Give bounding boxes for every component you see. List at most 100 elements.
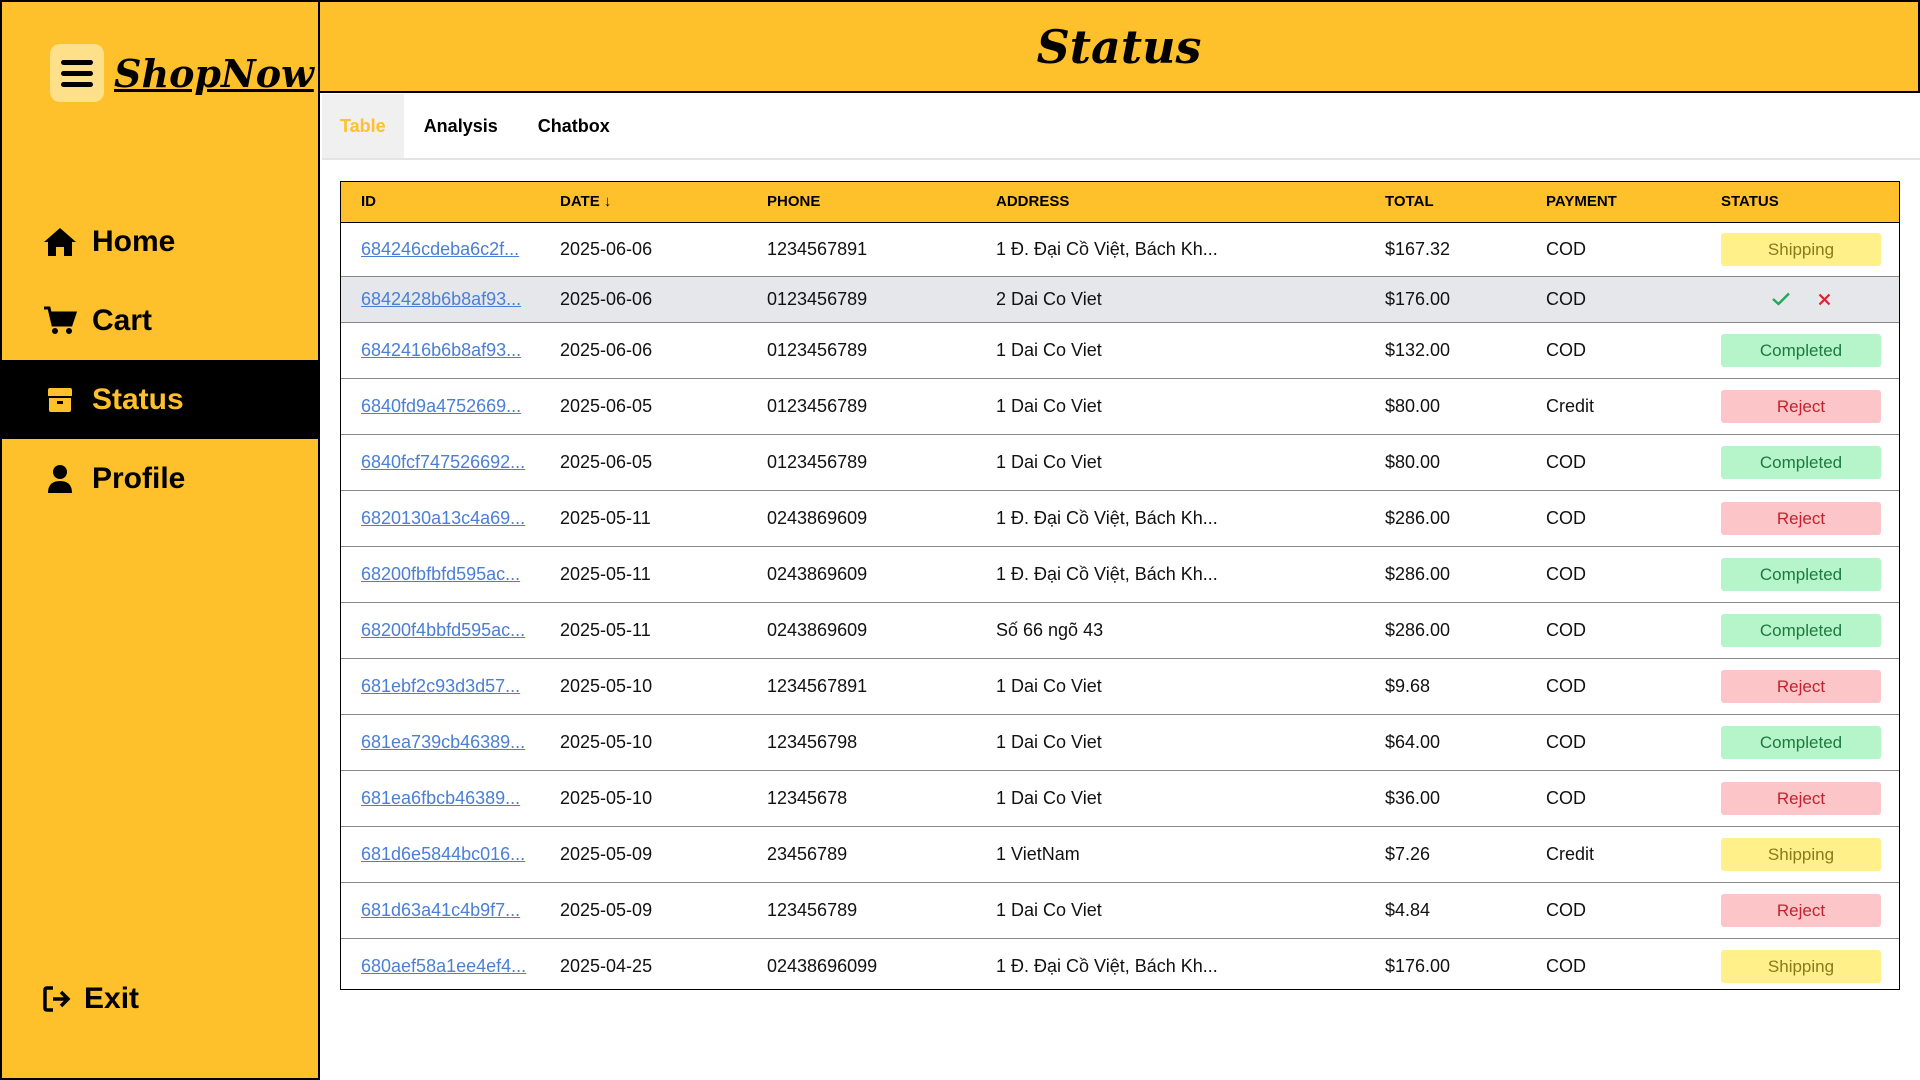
cell-status: Completed bbox=[1701, 546, 1899, 602]
status-badge: Completed bbox=[1721, 333, 1881, 367]
cell-status: Shipping bbox=[1701, 222, 1899, 276]
cell-id: 681d6e5844bc016... bbox=[341, 826, 540, 882]
table-row: 6842428b6b8af93... 2025-06-06 0123456789 2 … bbox=[341, 276, 1899, 322]
tab-analysis[interactable]: Analysis bbox=[404, 94, 518, 158]
cell-total: $286.00 bbox=[1385, 619, 1451, 640]
cell-address: 2 Dai Co Viet bbox=[996, 288, 1102, 309]
sidebar-nav: Home Cart Status Profile bbox=[2, 202, 318, 518]
cell-date: 2025-05-10 bbox=[560, 675, 653, 696]
cell-date: 2025-06-05 bbox=[560, 451, 653, 472]
cell-phone: 02438696099 bbox=[767, 955, 878, 976]
order-id-link[interactable]: 681ebf2c93d3d57... bbox=[361, 676, 520, 696]
cell-phone: 0123456789 bbox=[767, 339, 868, 360]
cell-date: 2025-06-06 bbox=[560, 339, 653, 360]
tab-table[interactable]: Table bbox=[322, 94, 404, 158]
cell-date: 2025-05-10 bbox=[560, 787, 653, 808]
cell-date: 2025-05-09 bbox=[560, 899, 653, 920]
orders-table-container[interactable]: ID DATE ↓ PHONE ADDRESS TOTAL PAYMENT ST… bbox=[340, 181, 1900, 990]
tab-chatbox[interactable]: Chatbox bbox=[518, 94, 630, 158]
cell-phone: 12345678 bbox=[767, 787, 848, 808]
cell-date: 2025-05-10 bbox=[560, 731, 653, 752]
cell-phone: 0123456789 bbox=[767, 395, 868, 416]
cell-date: 2025-05-11 bbox=[560, 619, 651, 640]
reject-x-icon[interactable] bbox=[1818, 293, 1831, 306]
order-id-link[interactable]: 6842428b6b8af93... bbox=[361, 289, 521, 309]
sidebar-item-profile[interactable]: Profile bbox=[2, 439, 318, 518]
cell-payment: COD bbox=[1546, 339, 1586, 360]
cell-phone: 0123456789 bbox=[767, 451, 868, 472]
cell-phone: 0123456789 bbox=[767, 288, 868, 309]
cell-address: Số 66 ngõ 43 bbox=[996, 619, 1104, 640]
exit-label: Exit bbox=[84, 982, 140, 1015]
cell-payment: COD bbox=[1546, 238, 1586, 259]
brand-name[interactable]: ShopNow bbox=[114, 51, 314, 96]
sidebar-item-cart[interactable]: Cart bbox=[2, 281, 318, 360]
status-badge: Reject bbox=[1721, 389, 1881, 423]
cell-status: Reject bbox=[1701, 658, 1899, 714]
user-icon bbox=[42, 462, 78, 496]
cell-id: 6820130a13c4a69... bbox=[341, 490, 540, 546]
status-badge: Completed bbox=[1721, 725, 1881, 759]
table-row: 68200fbfbfd595ac... 2025-05-11 0243869609 1… bbox=[341, 546, 1899, 602]
table-row: 681d63a41c4b9f7... 2025-05-09 123456789 1 D… bbox=[341, 882, 1899, 938]
sidebar-item-home[interactable]: Home bbox=[2, 202, 318, 281]
order-id-link[interactable]: 681ea739cb46389... bbox=[361, 732, 525, 752]
box-icon bbox=[42, 383, 78, 417]
sidebar-item-label: Status bbox=[92, 382, 184, 416]
cell-id: 681d63a41c4b9f7... bbox=[341, 882, 540, 938]
cell-total: $64.00 bbox=[1385, 731, 1441, 752]
cell-address: 1 Dai Co Viet bbox=[996, 787, 1102, 808]
order-id-link[interactable]: 681ea6fbcb46389... bbox=[361, 788, 520, 808]
cell-status: Reject bbox=[1701, 770, 1899, 826]
table-row: 681ea6fbcb46389... 2025-05-10 12345678 1 Da… bbox=[341, 770, 1899, 826]
order-id-link[interactable]: 6820130a13c4a69... bbox=[361, 508, 525, 528]
order-id-link[interactable]: 68200f4bbfd595ac... bbox=[361, 620, 525, 640]
order-id-link[interactable]: 6840fd9a4752669... bbox=[361, 396, 521, 416]
approve-check-icon[interactable] bbox=[1771, 292, 1790, 306]
cell-total: $167.32 bbox=[1385, 238, 1451, 259]
cell-address: 1 Dai Co Viet bbox=[996, 339, 1102, 360]
cell-total: $7.26 bbox=[1385, 843, 1431, 864]
cell-status: Reject bbox=[1701, 882, 1899, 938]
order-id-link[interactable]: 6842416b6b8af93... bbox=[361, 340, 521, 360]
cell-id: 6842416b6b8af93... bbox=[341, 322, 540, 378]
cell-payment: COD bbox=[1546, 288, 1586, 309]
cell-total: $4.84 bbox=[1385, 899, 1431, 920]
cell-id: 680aef58a1ee4ef4... bbox=[341, 938, 540, 989]
column-header-address[interactable]: ADDRESS bbox=[976, 182, 1365, 223]
cell-total: $176.00 bbox=[1385, 288, 1451, 309]
order-id-link[interactable]: 684246cdeba6c2f... bbox=[361, 239, 519, 259]
cell-date: 2025-06-06 bbox=[560, 238, 653, 259]
column-header-payment[interactable]: PAYMENT bbox=[1526, 182, 1701, 223]
home-icon bbox=[42, 225, 78, 259]
status-badge: Reject bbox=[1721, 501, 1881, 535]
table-row: 681d6e5844bc016... 2025-05-09 23456789 1 Vi… bbox=[341, 826, 1899, 882]
order-id-link[interactable]: 68200fbfbfd595ac... bbox=[361, 564, 520, 584]
order-id-link[interactable]: 6840fcf747526692... bbox=[361, 452, 525, 472]
column-header-status[interactable]: STATUS bbox=[1701, 182, 1899, 223]
exit-button[interactable]: Exit bbox=[42, 982, 139, 1016]
order-id-link[interactable]: 680aef58a1ee4ef4... bbox=[361, 956, 526, 976]
cell-address: 1 VietNam bbox=[996, 843, 1080, 864]
cell-total: $286.00 bbox=[1385, 563, 1451, 584]
cell-id: 6840fcf747526692... bbox=[341, 434, 540, 490]
status-badge: Shipping bbox=[1721, 837, 1881, 871]
cell-phone: 123456798 bbox=[767, 731, 858, 752]
table-row: 68200f4bbfd595ac... 2025-05-11 0243869609 S… bbox=[341, 602, 1899, 658]
column-header-id[interactable]: ID bbox=[341, 182, 540, 223]
cell-address: 1 Dai Co Viet bbox=[996, 899, 1102, 920]
cell-id: 681ea6fbcb46389... bbox=[341, 770, 540, 826]
cell-status bbox=[1701, 276, 1899, 322]
brand: ShopNow bbox=[50, 44, 314, 102]
column-header-date[interactable]: DATE ↓ bbox=[540, 182, 747, 223]
cell-phone: 0243869609 bbox=[767, 507, 868, 528]
column-header-phone[interactable]: PHONE bbox=[747, 182, 976, 223]
sidebar-item-status[interactable]: Status bbox=[2, 360, 318, 439]
order-id-link[interactable]: 681d6e5844bc016... bbox=[361, 844, 525, 864]
cell-id: 681ebf2c93d3d57... bbox=[341, 658, 540, 714]
menu-icon[interactable] bbox=[50, 44, 104, 102]
cell-payment: COD bbox=[1546, 731, 1586, 752]
column-header-total[interactable]: TOTAL bbox=[1365, 182, 1526, 223]
order-id-link[interactable]: 681d63a41c4b9f7... bbox=[361, 900, 520, 920]
cell-address: 1 Dai Co Viet bbox=[996, 451, 1102, 472]
